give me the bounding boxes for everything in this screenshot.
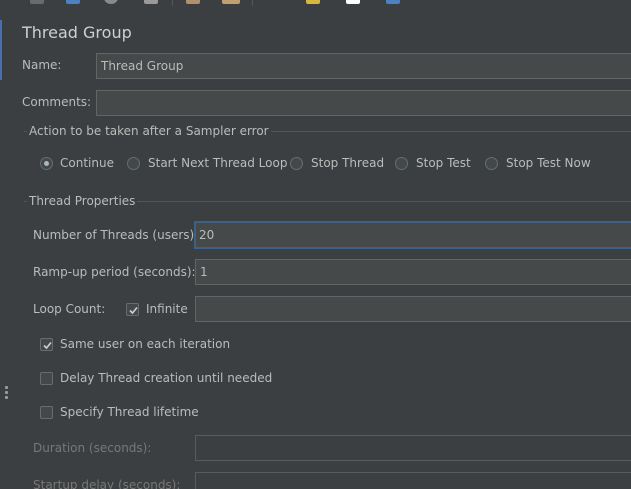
name-label: Name:	[22, 58, 62, 72]
thread-properties-title: Thread Properties	[27, 194, 138, 208]
toolbar-icon-4[interactable]	[144, 0, 158, 4]
same-user-label[interactable]: Same user on each iteration	[60, 337, 230, 351]
startup-delay-input[interactable]	[195, 472, 631, 489]
radio-stop-test-now[interactable]	[485, 157, 498, 170]
comments-input[interactable]	[96, 90, 631, 116]
duration-input[interactable]	[195, 435, 631, 461]
toolbar-separator	[172, 0, 173, 6]
delay-creation-checkbox[interactable]	[40, 372, 53, 385]
toolbar-icon-8[interactable]	[346, 0, 360, 4]
toolbar-icon-5[interactable]	[186, 0, 200, 4]
num-threads-input[interactable]	[194, 221, 631, 249]
radio-stop-test-now-label[interactable]: Stop Test Now	[506, 156, 591, 170]
num-threads-label: Number of Threads (users):	[33, 228, 199, 242]
radio-stop-thread[interactable]	[290, 157, 303, 170]
startup-delay-label: Startup delay (seconds):	[33, 478, 181, 489]
toolbar-icon-7[interactable]	[306, 0, 320, 4]
radio-continue-label[interactable]: Continue	[60, 156, 114, 170]
radio-stop-thread-label[interactable]: Stop Thread	[311, 156, 384, 170]
radio-start-next-thread-loop[interactable]	[127, 157, 140, 170]
toolbar-separator	[252, 0, 253, 6]
toolbar-icon-3[interactable]	[104, 0, 118, 4]
splitter-grip-icon[interactable]	[5, 386, 8, 401]
specify-lifetime-checkbox[interactable]	[40, 406, 53, 419]
loop-count-input[interactable]	[195, 296, 631, 322]
toolbar-icon-6[interactable]	[222, 0, 240, 4]
radio-stop-test-label[interactable]: Stop Test	[416, 156, 471, 170]
radio-continue[interactable]	[40, 157, 53, 170]
sampler-error-title: Action to be taken after a Sampler error	[27, 124, 271, 138]
radio-stop-test[interactable]	[395, 157, 408, 170]
toolbar-icon-1[interactable]	[30, 0, 44, 4]
toolbar-icon-9[interactable]	[386, 0, 400, 4]
toolbar-icon-2[interactable]	[66, 0, 80, 4]
radio-start-next-thread-loop-label[interactable]: Start Next Thread Loop	[148, 156, 287, 170]
duration-label: Duration (seconds):	[33, 441, 152, 455]
thread-group-panel: Thread Group Name: Comments: Action to b…	[0, 0, 631, 489]
infinite-checkbox[interactable]	[126, 303, 139, 316]
ramp-up-input[interactable]	[195, 259, 631, 285]
same-user-checkbox[interactable]	[40, 338, 53, 351]
name-input[interactable]	[96, 53, 631, 79]
gutter-accent	[0, 20, 2, 80]
infinite-label[interactable]: Infinite	[146, 302, 188, 316]
loop-count-label: Loop Count:	[33, 302, 106, 316]
toolbar	[0, 0, 631, 8]
comments-label: Comments:	[22, 95, 92, 109]
ramp-up-label: Ramp-up period (seconds):	[33, 265, 196, 279]
left-gutter	[0, 0, 8, 489]
delay-creation-label[interactable]: Delay Thread creation until needed	[60, 371, 272, 385]
panel-title: Thread Group	[22, 23, 132, 42]
specify-lifetime-label[interactable]: Specify Thread lifetime	[60, 405, 199, 419]
